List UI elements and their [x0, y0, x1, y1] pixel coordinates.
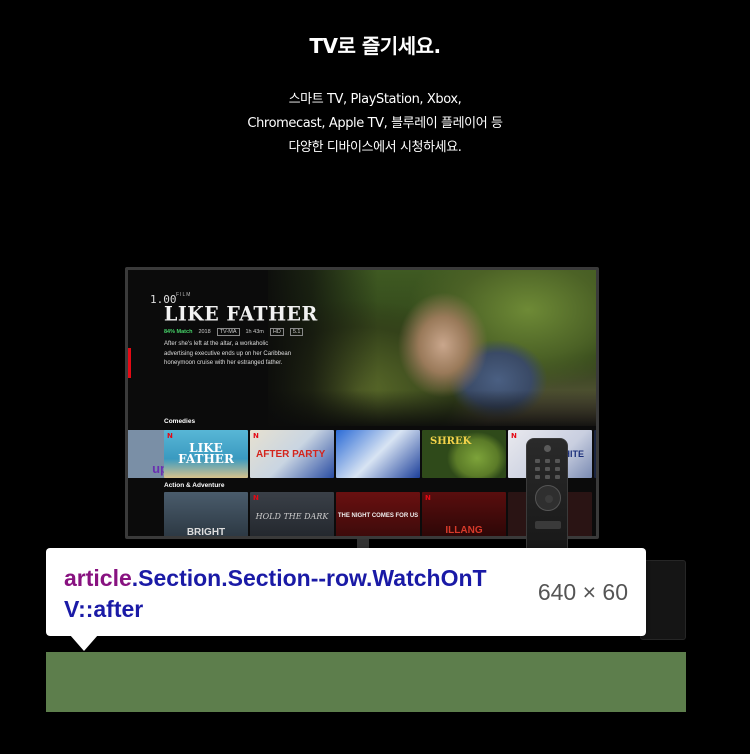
row-title-action: Action & Adventure	[164, 482, 225, 489]
title-tile: SHREK	[422, 430, 506, 478]
power-icon	[544, 445, 551, 452]
section-subtitle: 스마트 TV, PlayStation, Xbox, Chromecast, A…	[0, 88, 750, 160]
title-tile: N LIKE FATHER	[164, 430, 248, 478]
title-tile: THE NIGHT COMES FOR US	[336, 492, 420, 536]
dpad-icon	[535, 485, 561, 511]
row-title-comedies: Comedies	[164, 418, 196, 425]
subtitle-line: 다양한 디바이스에서 시청하세요.	[288, 140, 462, 155]
subtitle-line: Chromecast, Apple TV, 블루레이 플레이어 등	[247, 116, 503, 131]
quality-badge: HD	[269, 328, 284, 336]
title-tile: N AFTER PARTY	[250, 430, 334, 478]
element-size: 640 × 60	[537, 579, 628, 605]
game-console	[640, 560, 686, 640]
show-synopsis: After she's left at the altar, a workaho…	[164, 341, 292, 366]
element-selector: article.Section.Section--row.WatchOnTV::…	[64, 563, 514, 625]
show-meta: 84% Match 2018 TV-MA 1h 43m HD 5.1	[164, 328, 304, 336]
title-tile: N ILLANG	[422, 492, 506, 536]
selector-tag: article	[64, 565, 132, 591]
title-tile	[336, 430, 420, 478]
devtools-inspect-tooltip: article.Section.Section--row.WatchOnTV::…	[46, 548, 646, 636]
show-duration: 1h 43m	[245, 329, 264, 335]
title-tile: N HOLD THE DARK	[250, 492, 334, 536]
tooltip-arrow-icon	[70, 635, 98, 651]
title-tile	[594, 430, 596, 478]
audio-badge: 5.1	[289, 328, 304, 336]
watch-on-tv-section: TV로 즐기세요. 스마트 TV, PlayStation, Xbox, Chr…	[0, 0, 750, 754]
maturity-rating: TV-MA	[216, 328, 240, 336]
subtitle-line: 스마트 TV, PlayStation, Xbox,	[288, 92, 462, 107]
netflix-key-icon	[535, 521, 561, 529]
show-year: 2018	[198, 329, 211, 335]
section-title: TV로 즐기세요.	[309, 34, 441, 58]
show-title: LIKE FATHER	[164, 302, 318, 326]
title-tile: BRIGHT	[164, 492, 248, 536]
film-tag: FILM	[176, 292, 192, 298]
devtools-element-highlight	[46, 652, 686, 712]
selection-indicator	[128, 348, 131, 378]
match-score: 84% Match	[164, 329, 193, 335]
remote-control	[526, 438, 568, 550]
